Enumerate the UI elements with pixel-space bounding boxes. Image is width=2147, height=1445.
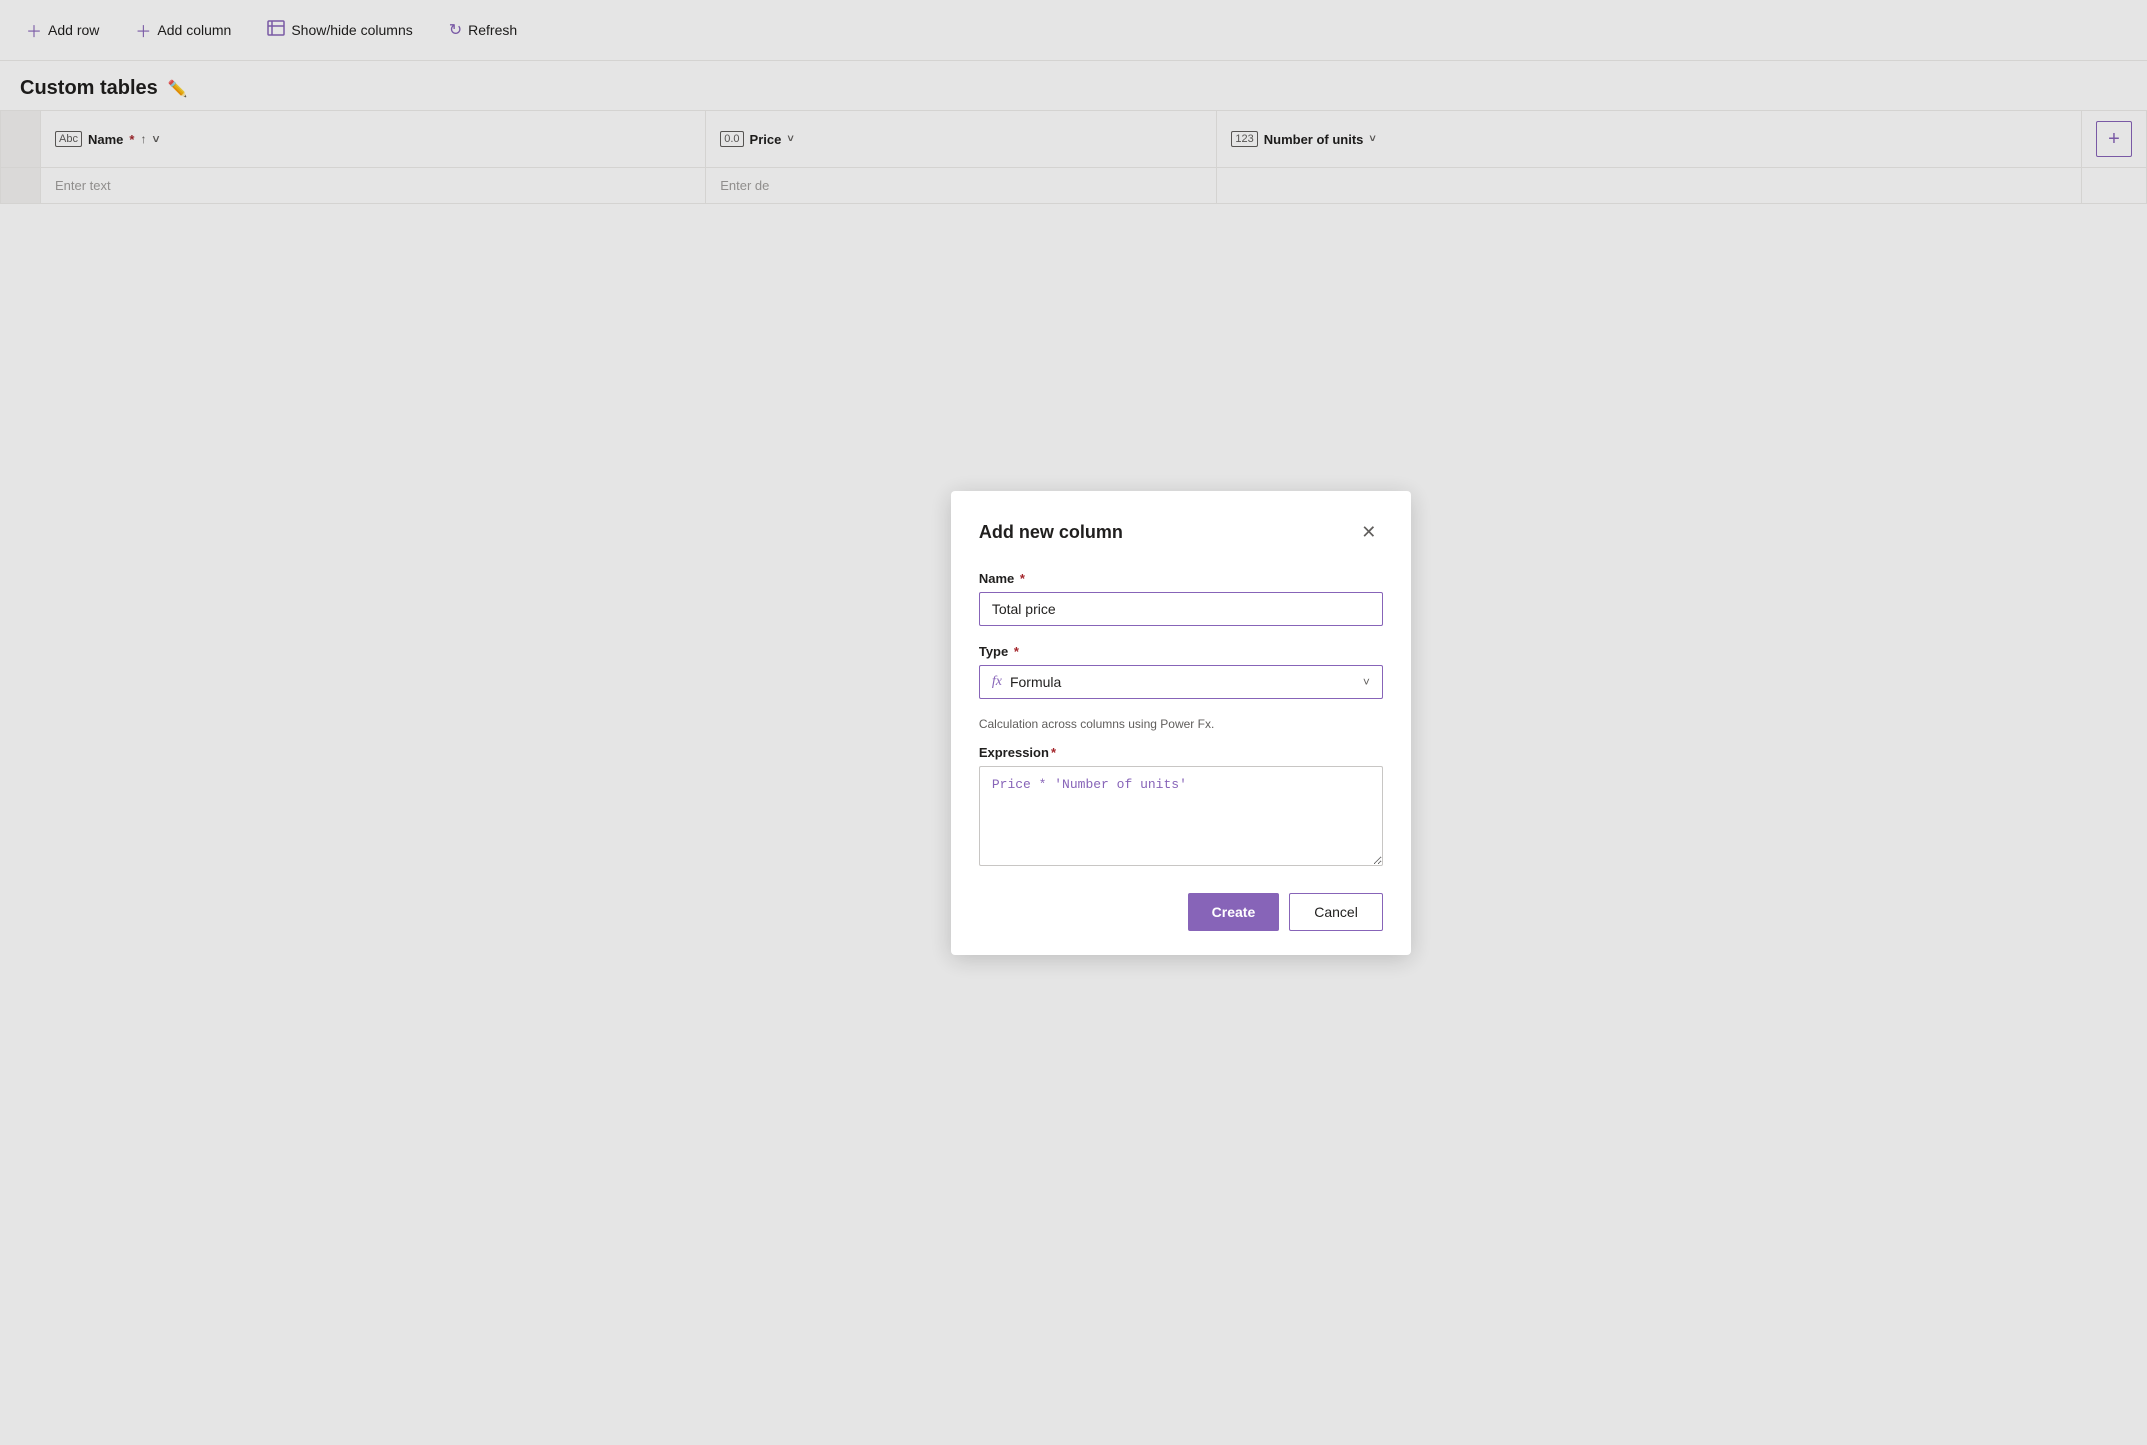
create-button[interactable]: Create bbox=[1188, 893, 1280, 931]
close-icon: ✕ bbox=[1361, 522, 1376, 543]
type-chevron-icon: ˅ bbox=[1363, 675, 1370, 689]
modal-title: Add new column bbox=[979, 522, 1123, 543]
add-column-modal: Add new column ✕ Name * Type * fx Formul… bbox=[951, 491, 1411, 955]
name-field-label: Name * bbox=[979, 571, 1383, 586]
type-field-group: Type * fx Formula ˅ bbox=[979, 644, 1383, 699]
type-field-label: Type * bbox=[979, 644, 1383, 659]
type-select[interactable]: fx Formula ˅ bbox=[979, 665, 1383, 699]
fx-icon: fx bbox=[992, 674, 1002, 690]
modal-footer: Create Cancel bbox=[979, 893, 1383, 931]
cancel-button[interactable]: Cancel bbox=[1289, 893, 1383, 931]
expression-field-group: Expression * Price * 'Number of units' bbox=[979, 745, 1383, 869]
expression-label: Expression * bbox=[979, 745, 1383, 760]
modal-header: Add new column ✕ bbox=[979, 519, 1383, 547]
modal-close-button[interactable]: ✕ bbox=[1355, 519, 1383, 547]
name-field-group: Name * bbox=[979, 571, 1383, 626]
name-input[interactable] bbox=[979, 592, 1383, 626]
calc-hint: Calculation across columns using Power F… bbox=[979, 717, 1383, 731]
type-value-label: Formula bbox=[1010, 674, 1061, 690]
expression-textarea[interactable]: Price * 'Number of units' bbox=[979, 766, 1383, 866]
